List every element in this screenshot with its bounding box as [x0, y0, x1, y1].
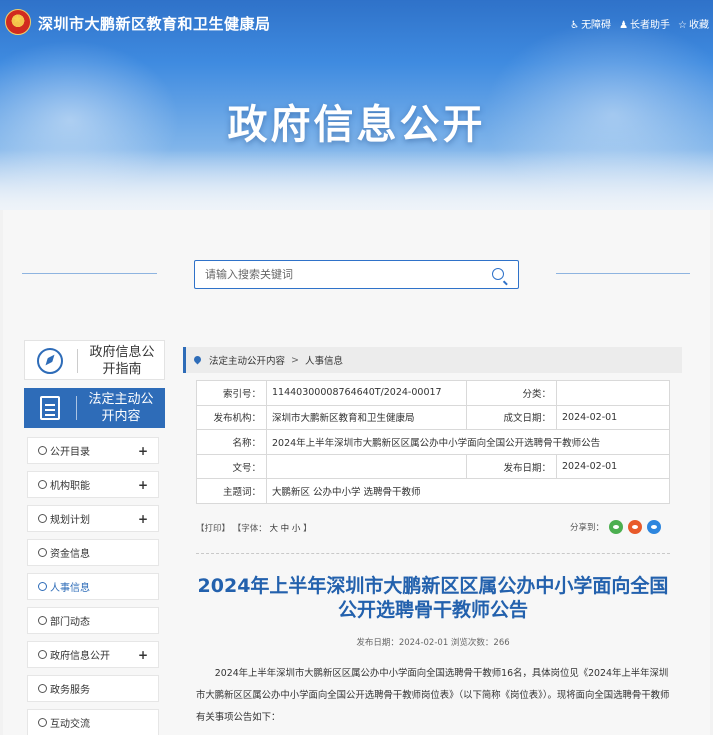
weibo-icon[interactable] [628, 520, 643, 534]
created-date-value: 2024-02-01 [556, 404, 670, 431]
wechat-icon[interactable] [609, 520, 624, 534]
card-divider [77, 349, 78, 373]
published-date-value: 2024-02-01 [556, 453, 670, 480]
index-value: 11440300008764640T/2024-00017 [266, 380, 467, 406]
favorite-link[interactable]: ☆ 收藏 [678, 16, 709, 31]
publisher-value: 深圳市大鹏新区教育和卫生健康局 [266, 404, 467, 431]
font-prefix: 【字体： [232, 524, 267, 534]
document-icon [40, 396, 60, 420]
breadcrumb-separator: > [291, 354, 299, 366]
search-icon[interactable] [492, 268, 504, 280]
sidebar-item-services[interactable]: 政务服务 [27, 675, 159, 702]
font-small-button[interactable]: 小 [292, 524, 301, 534]
sidebar-item-personnel[interactable]: 人事信息 [27, 573, 159, 600]
breadcrumb-link[interactable]: 法定主动公开内容 [209, 353, 285, 367]
keywords-label: 主题词： [196, 478, 267, 504]
docno-value [266, 453, 467, 480]
publisher-label: 发布机构： [196, 404, 267, 431]
bullet-icon [38, 582, 47, 591]
table-row: 名称： 2024年上半年深圳市大鹏新区区属公办中小学面向全国公开选聘骨干教师公告 [196, 429, 670, 455]
search-divider-right [556, 273, 690, 274]
index-label: 索引号： [196, 380, 267, 406]
bullet-icon [38, 548, 47, 557]
sidebar-item-interaction[interactable]: 互动交流 [27, 709, 159, 735]
table-row: 文号： 发布日期： 2024-02-01 [196, 453, 670, 480]
name-label: 名称： [196, 429, 267, 455]
share-bar: 分享到： [570, 520, 662, 534]
article-body: 2024年上半年深圳市大鹏新区区属公办中小学面向全国选聘骨干教师16名，具体岗位… [196, 668, 670, 723]
category-label: 分类： [466, 380, 557, 406]
bullet-icon [38, 616, 47, 625]
bullet-icon [38, 446, 47, 455]
sidebar-card-label: 政府信息公开指南 [89, 345, 155, 377]
elder-helper-icon: ♟ [619, 20, 629, 31]
font-medium-button[interactable]: 中 [281, 524, 290, 534]
search-divider-left [22, 273, 157, 274]
bullet-icon [38, 650, 47, 659]
keywords-value: 大鹏新区 公办中小学 选聘骨干教师 [266, 478, 670, 504]
sidebar-item-news[interactable]: 部门动态 [27, 607, 159, 634]
qq-icon[interactable] [647, 520, 662, 534]
font-large-button[interactable]: 大 [269, 524, 278, 534]
sidebar-card-label: 法定主动公开内容 [88, 392, 154, 424]
expand-plus-icon[interactable]: + [138, 648, 148, 662]
banner-title: 政府信息公开 [227, 102, 486, 148]
category-value [556, 380, 670, 406]
top-bar: 深圳市大鹏新区教育和卫生健康局 ♿无障碍 ♟长者助手 ☆收藏 [0, 0, 713, 44]
dashed-divider [196, 553, 670, 554]
site-title[interactable]: 深圳市大鹏新区教育和卫生健康局 [38, 13, 271, 34]
star-icon: ☆ [678, 20, 687, 31]
compass-icon [37, 348, 63, 374]
sidebar-card-mandatory[interactable]: 法定主动公开内容 [24, 388, 165, 428]
expand-plus-icon[interactable]: + [138, 512, 148, 526]
bullet-icon [38, 684, 47, 693]
sidebar-item-funds[interactable]: 资金信息 [27, 539, 159, 566]
location-pin-icon [194, 356, 201, 365]
search-box [194, 260, 519, 289]
sidebar-item-catalog[interactable]: 公开目录 + [27, 437, 159, 464]
breadcrumb: 法定主动公开内容 > 人事信息 [183, 347, 682, 373]
accessibility-link[interactable]: ♿ 无障碍 [570, 16, 611, 31]
sidebar-item-functions[interactable]: 机构职能 + [27, 471, 159, 498]
published-date-label: 发布日期： [466, 453, 557, 480]
created-date-label: 成文日期： [466, 404, 557, 431]
print-button[interactable]: 【打印】 [196, 524, 230, 534]
expand-plus-icon[interactable]: + [138, 444, 148, 458]
national-emblem-icon [5, 9, 31, 35]
sidebar-item-plans[interactable]: 规划计划 + [27, 505, 159, 532]
font-suffix: 】 [303, 524, 312, 534]
table-row: 主题词： 大鹏新区 公办中小学 选聘骨干教师 [196, 478, 670, 504]
article-meta: 发布日期：2024-02-01 浏览次数：266 [356, 638, 510, 648]
accessibility-icon: ♿ [570, 20, 580, 31]
docno-label: 文号： [196, 453, 267, 480]
breadcrumb-current[interactable]: 人事信息 [305, 353, 343, 367]
bullet-icon [38, 718, 47, 727]
expand-plus-icon[interactable]: + [138, 478, 148, 492]
table-row: 发布机构： 深圳市大鹏新区教育和卫生健康局 成文日期： 2024-02-01 [196, 404, 670, 431]
print-font-bar: 【打印】 【字体： 大 中 小 】 [196, 522, 312, 534]
name-value: 2024年上半年深圳市大鹏新区区属公办中小学面向全国公开选聘骨干教师公告 [266, 429, 670, 455]
header-tools: ♿ 无障碍 ♟ 长者助手 ☆ 收藏 [570, 16, 709, 31]
sidebar-card-guide[interactable]: 政府信息公开指南 [24, 340, 165, 380]
share-label: 分享到： [570, 523, 605, 533]
card-divider [76, 396, 77, 420]
bullet-icon [38, 480, 47, 489]
banner-haze [0, 150, 713, 210]
article-title: 2024年上半年深圳市大鹏新区区属公办中小学面向全国公开选聘骨干教师公告 [197, 575, 669, 621]
elder-helper-link[interactable]: ♟ 长者助手 [619, 16, 670, 31]
table-row: 索引号： 11440300008764640T/2024-00017 分类： [196, 380, 670, 406]
document-metadata-table: 索引号： 11440300008764640T/2024-00017 分类： 发… [196, 380, 670, 504]
bullet-icon [38, 514, 47, 523]
sidebar-item-gov-info[interactable]: 政府信息公开 + [27, 641, 159, 668]
search-input[interactable] [195, 261, 475, 288]
